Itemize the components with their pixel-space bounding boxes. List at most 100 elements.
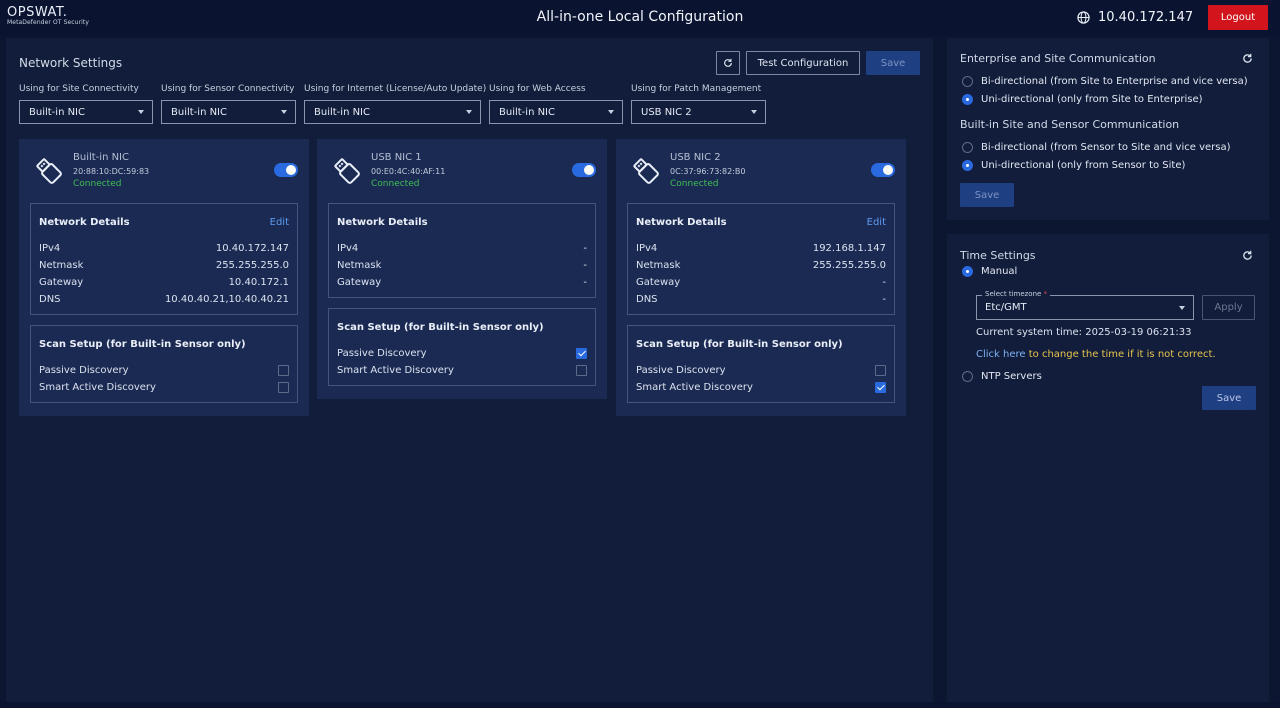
nic-toggle[interactable]	[871, 163, 895, 177]
smart-active-discovery-checkbox[interactable]	[875, 382, 886, 393]
site-connectivity-dropdown[interactable]: Built-in NIC	[19, 100, 153, 124]
usb-icon	[633, 158, 659, 184]
top-bar: OPSWAT. MetaDefender OT Security All-in-…	[0, 0, 1280, 36]
scan-option: Passive Discovery	[337, 345, 587, 362]
select-label: Using for Site Connectivity	[19, 84, 139, 94]
required-marker: *	[1043, 290, 1048, 298]
communication-save-button[interactable]: Save	[960, 183, 1014, 207]
chevron-down-icon	[608, 110, 614, 114]
detail-value: -	[882, 277, 886, 288]
detail-row: Gateway 10.40.172.1	[39, 274, 289, 291]
nic-mac: 00:E0:4C:40:AF:11	[371, 167, 446, 176]
select-label: Using for Patch Management	[631, 84, 762, 94]
detail-row: Netmask 255.255.255.0	[636, 257, 886, 274]
nic-header: USB NIC 1 00:E0:4C:40:AF:11 Connected	[317, 139, 607, 203]
chevron-down-icon	[138, 110, 144, 114]
patch-management-dropdown[interactable]: USB NIC 2	[631, 100, 766, 124]
radio-button[interactable]	[962, 371, 973, 382]
ip-indicator: 10.40.172.147	[1077, 10, 1193, 25]
refresh-icon[interactable]	[1242, 250, 1253, 261]
detail-key: Gateway	[636, 277, 681, 288]
time-ntp-option[interactable]: NTP Servers	[962, 371, 1042, 382]
time-settings-panel: Time Settings Manual Etc/GMT Select time…	[947, 234, 1269, 702]
timezone-select[interactable]: Etc/GMT	[976, 295, 1194, 320]
detail-key: IPv4	[39, 243, 61, 254]
test-configuration-button[interactable]: Test Configuration	[746, 51, 860, 75]
chevron-down-icon	[466, 110, 472, 114]
sensor-bidirectional-option[interactable]: Bi-directional (from Sensor to Site and …	[962, 142, 1231, 153]
radio-button[interactable]	[962, 160, 973, 171]
refresh-icon	[724, 58, 732, 67]
select-label: Using for Web Access	[489, 84, 586, 94]
nic-name: Built-in NIC	[73, 152, 129, 163]
scan-setup-title: Scan Setup (for Built-in Sensor only)	[636, 338, 843, 350]
click-here-link[interactable]: Click here	[976, 349, 1026, 360]
edit-link[interactable]: Edit	[270, 217, 289, 228]
detail-value: 192.168.1.147	[812, 243, 886, 254]
panel-title: Network Settings	[19, 56, 123, 70]
radio-label: NTP Servers	[981, 371, 1042, 382]
refresh-button[interactable]	[716, 51, 740, 75]
scan-option-label: Smart Active Discovery	[636, 382, 753, 393]
radio-label: Uni-directional (only from Site to Enter…	[981, 94, 1203, 105]
nic-card-usb2: USB NIC 2 0C:37:96:73:82:B0 Connected Ne…	[616, 139, 906, 416]
edit-link[interactable]: Edit	[867, 217, 886, 228]
current-system-time: Current system time: 2025-03-19 06:21:33	[976, 327, 1191, 338]
smart-active-discovery-checkbox[interactable]	[576, 365, 587, 376]
enterprise-unidirectional-option[interactable]: Uni-directional (only from Site to Enter…	[962, 94, 1203, 105]
detail-row: DNS 10.40.40.21,10.40.40.21	[39, 291, 289, 308]
sensor-unidirectional-option[interactable]: Uni-directional (only from Sensor to Sit…	[962, 160, 1185, 171]
network-details-title: Network Details	[337, 216, 428, 228]
passive-discovery-checkbox[interactable]	[576, 348, 587, 359]
scan-option: Passive Discovery	[39, 362, 289, 379]
sensor-connectivity-dropdown[interactable]: Built-in NIC	[161, 100, 296, 124]
refresh-icon[interactable]	[1242, 53, 1253, 64]
detail-value: -	[583, 243, 587, 254]
ip-address: 10.40.172.147	[1098, 10, 1194, 25]
apply-button[interactable]: Apply	[1202, 295, 1255, 320]
smart-active-discovery-checkbox[interactable]	[278, 382, 289, 393]
internet-dropdown[interactable]: Built-in NIC	[304, 100, 481, 124]
detail-key: IPv4	[636, 243, 658, 254]
usb-icon	[334, 158, 360, 184]
select-label: Using for Internet (License/Auto Update)	[304, 84, 487, 94]
detail-row: IPv4 -	[337, 240, 587, 257]
radio-button[interactable]	[962, 142, 973, 153]
time-save-button[interactable]: Save	[1202, 386, 1256, 410]
detail-value: 10.40.172.1	[228, 277, 289, 288]
detail-row: IPv4 192.168.1.147	[636, 240, 886, 257]
scan-option: Smart Active Discovery	[636, 379, 886, 396]
passive-discovery-checkbox[interactable]	[278, 365, 289, 376]
logout-button[interactable]: Logout	[1208, 5, 1268, 30]
radio-button[interactable]	[962, 94, 973, 105]
radio-button[interactable]	[962, 266, 973, 277]
timezone-label: Select timezone *	[982, 290, 1051, 298]
select-internet: Using for Internet (License/Auto Update)…	[304, 84, 486, 124]
detail-key: DNS	[39, 294, 61, 305]
nic-mac: 20:88:10:DC:59:83	[73, 167, 150, 176]
web-access-dropdown[interactable]: Built-in NIC	[489, 100, 623, 124]
nic-toggle[interactable]	[572, 163, 596, 177]
dropdown-value: Built-in NIC	[29, 106, 85, 118]
network-details-box: Network Details Edit IPv4 10.40.172.147 N…	[30, 203, 298, 315]
radio-button[interactable]	[962, 76, 973, 87]
chevron-down-icon	[1179, 305, 1185, 310]
enterprise-title: Enterprise and Site Communication	[960, 52, 1156, 65]
chevron-down-icon	[751, 110, 757, 114]
network-details-title: Network Details	[636, 216, 727, 228]
dropdown-value: USB NIC 2	[641, 106, 692, 118]
change-time-hint: Click here to change the time if it is n…	[976, 349, 1216, 360]
nic-name: USB NIC 2	[670, 152, 721, 163]
detail-value: 255.255.255.0	[812, 260, 886, 271]
network-details-title: Network Details	[39, 216, 130, 228]
scan-option-label: Passive Discovery	[39, 365, 129, 376]
nic-status: Connected	[73, 179, 122, 189]
save-button[interactable]: Save	[866, 51, 920, 75]
dropdown-value: Built-in NIC	[171, 106, 227, 118]
dropdown-value: Built-in NIC	[314, 106, 370, 118]
enterprise-bidirectional-option[interactable]: Bi-directional (from Site to Enterprise …	[962, 76, 1248, 87]
select-label: Using for Sensor Connectivity	[161, 84, 295, 94]
time-manual-option[interactable]: Manual	[962, 266, 1017, 277]
passive-discovery-checkbox[interactable]	[875, 365, 886, 376]
nic-toggle[interactable]	[274, 163, 298, 177]
